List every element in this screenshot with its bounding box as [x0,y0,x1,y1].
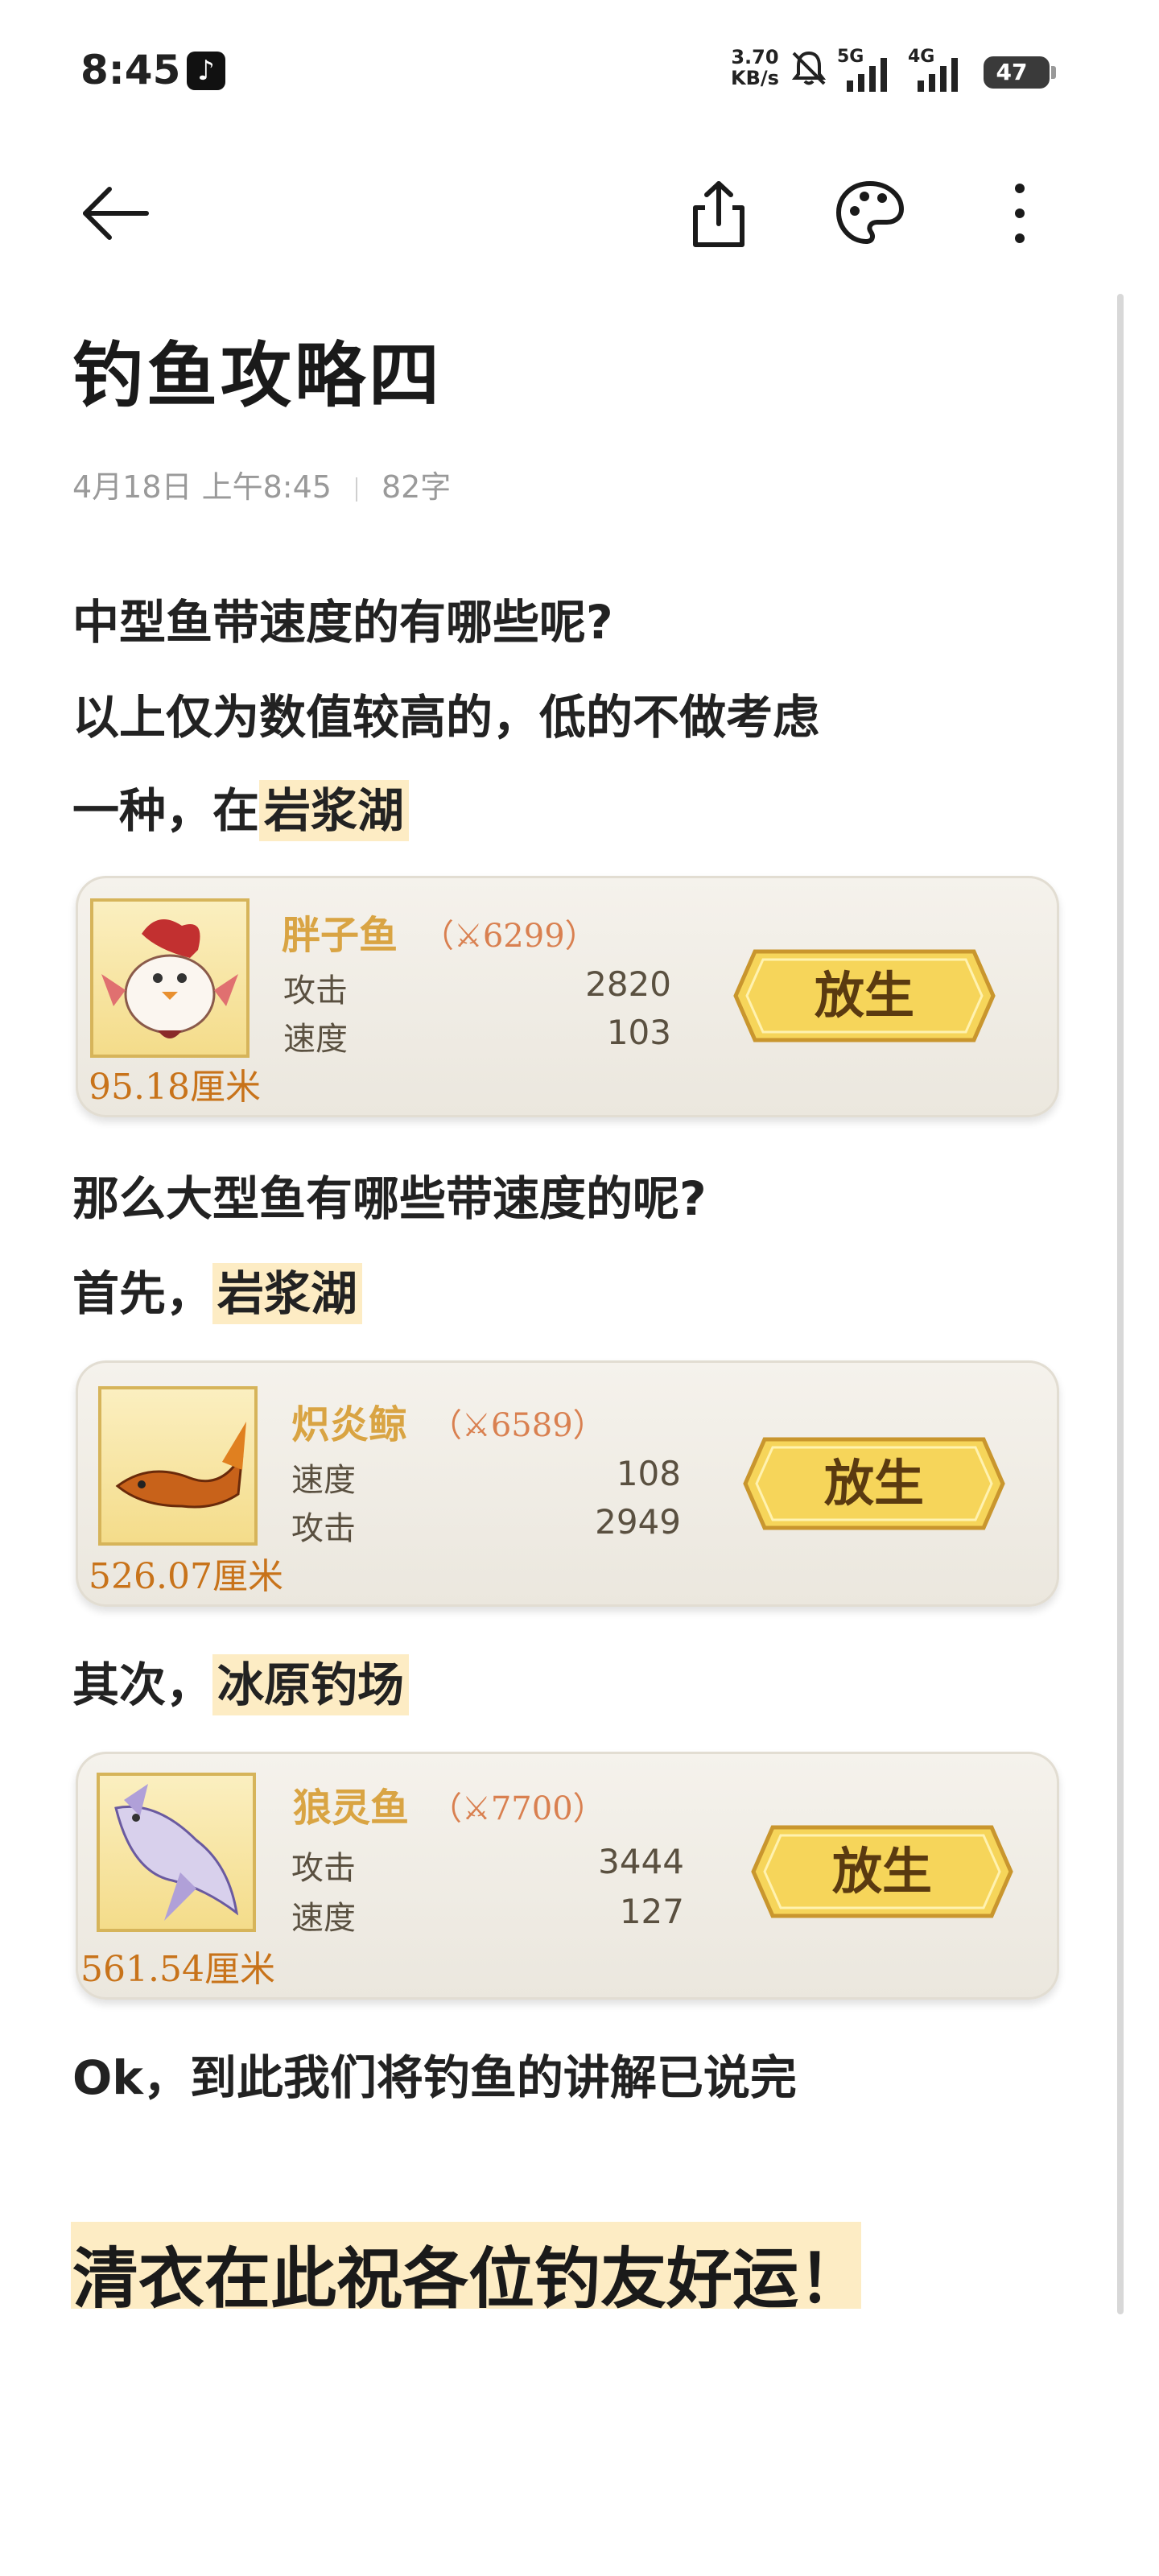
stat-label: 攻击 [283,972,348,1009]
fish-name-3: 狼灵鱼 [293,1785,410,1831]
word-count: 82字 [381,469,452,505]
bell-muted-icon [791,51,827,85]
stat-label: 速度 [291,1462,356,1499]
stat-label: 速度 [283,1021,348,1058]
network-speed-value: 3.70 [731,46,779,68]
closing-line[interactable]: 清衣在此祝各位钓友好运！ [72,2225,864,2321]
fish-name-2: 炽炎鲸 [291,1402,408,1447]
fish-size-1: 95.18厘米 [89,1067,261,1108]
network-speed: 3.70 KB/s [731,47,779,89]
stat-label: 速度 [291,1900,356,1937]
paragraph-1[interactable]: 中型鱼带速度的有哪些呢? [72,584,613,652]
highlight-lava-lake: 岩浆湖 [212,1263,363,1324]
fish-power-value-1: 6299 [482,918,565,955]
paragraph-2[interactable]: 以上仅为数值较高的，低的不做考虑 [72,679,819,747]
palette-icon[interactable] [834,177,906,250]
fish-power-1: （⚔6299） [422,918,597,955]
paragraph-6[interactable]: 其次， 冰原钓场 [72,1647,410,1715]
paragraph-6-text: 其次， [72,1657,213,1712]
stat-value: 127 [619,1892,684,1931]
release-button-label: 放生 [831,1842,932,1901]
sword-icon: ⚔ [462,1790,491,1827]
paragraph-3-text: 一种，在 [72,783,260,838]
stat-value: 2820 [585,964,671,1004]
note-meta: 4月18日 上午8:45 82字 [72,462,451,506]
release-button[interactable]: 放生 [720,947,1009,1045]
highlight-ice-field: 冰原钓场 [212,1654,410,1715]
paragraph-3[interactable]: 一种，在 岩浆湖 [72,773,410,841]
stat-value: 108 [616,1454,681,1493]
signal-sim1-icon: 5G [837,47,895,92]
stat-label: 攻击 [291,1510,356,1547]
scrollbar[interactable] [1117,294,1124,2314]
fish-size-3: 561.54厘米 [80,1949,275,1990]
release-button-label: 放生 [814,966,914,1025]
fish-power-value-2: 6589 [490,1407,573,1444]
stat-value: 3444 [598,1842,684,1881]
fish-card-3[interactable]: 561.54厘米 狼灵鱼 （⚔7700） 攻击 3444 速度 127 放生 [76,1752,1059,2000]
release-button[interactable]: 放生 [729,1435,1019,1533]
sword-icon: ⚔ [462,1407,491,1444]
fish-size-2: 526.07厘米 [89,1556,283,1597]
more-vertical-icon[interactable] [984,177,1056,250]
battery-level: 47 [996,59,1028,85]
note-title[interactable]: 钓鱼攻略四 [72,319,443,421]
network-speed-unit: KB/s [731,67,779,89]
fish-name-1: 胖子鱼 [282,913,398,958]
fish-card-2[interactable]: 526.07厘米 炽炎鲸 （⚔6589） 速度 108 攻击 2949 放生 [76,1360,1059,1607]
stat-value: 2949 [595,1502,681,1542]
note-date: 4月18日 上午8:45 [72,469,332,505]
fish-card-1[interactable]: 95.18厘米 胖子鱼 （⚔6299） 攻击 2820 速度 103 放生 [76,876,1059,1117]
stat-value: 103 [606,1013,671,1052]
tiktok-notification-icon: ♪ [187,52,225,90]
release-button[interactable]: 放生 [737,1823,1027,1921]
share-icon[interactable] [683,177,755,250]
fish-portrait-1 [90,898,250,1058]
battery-icon: 47 [984,56,1056,89]
stat-label: 攻击 [291,1850,356,1887]
paragraph-7[interactable]: Ok，到此我们将钓鱼的讲解已说完 [72,2040,797,2107]
fish-power-value-3: 7700 [490,1790,573,1827]
paragraph-5-text: 首先， [72,1266,213,1321]
sword-icon: ⚔ [454,918,483,955]
paragraph-5[interactable]: 首先， 岩浆湖 [72,1256,363,1324]
release-button-label: 放生 [823,1454,924,1513]
paragraph-4[interactable]: 那么大型鱼有哪些带速度的呢? [72,1161,707,1228]
fish-power-3: （⚔7700） [430,1790,605,1827]
highlight-lava-lake: 岩浆湖 [259,780,410,841]
fish-portrait-3 [97,1773,256,1932]
fish-power-2: （⚔6589） [430,1407,605,1444]
arrow-left-icon[interactable] [77,177,150,250]
status-time: 8:45 [80,47,181,93]
fish-portrait-2 [98,1386,258,1546]
signal-sim2-icon: 4G [908,47,966,92]
